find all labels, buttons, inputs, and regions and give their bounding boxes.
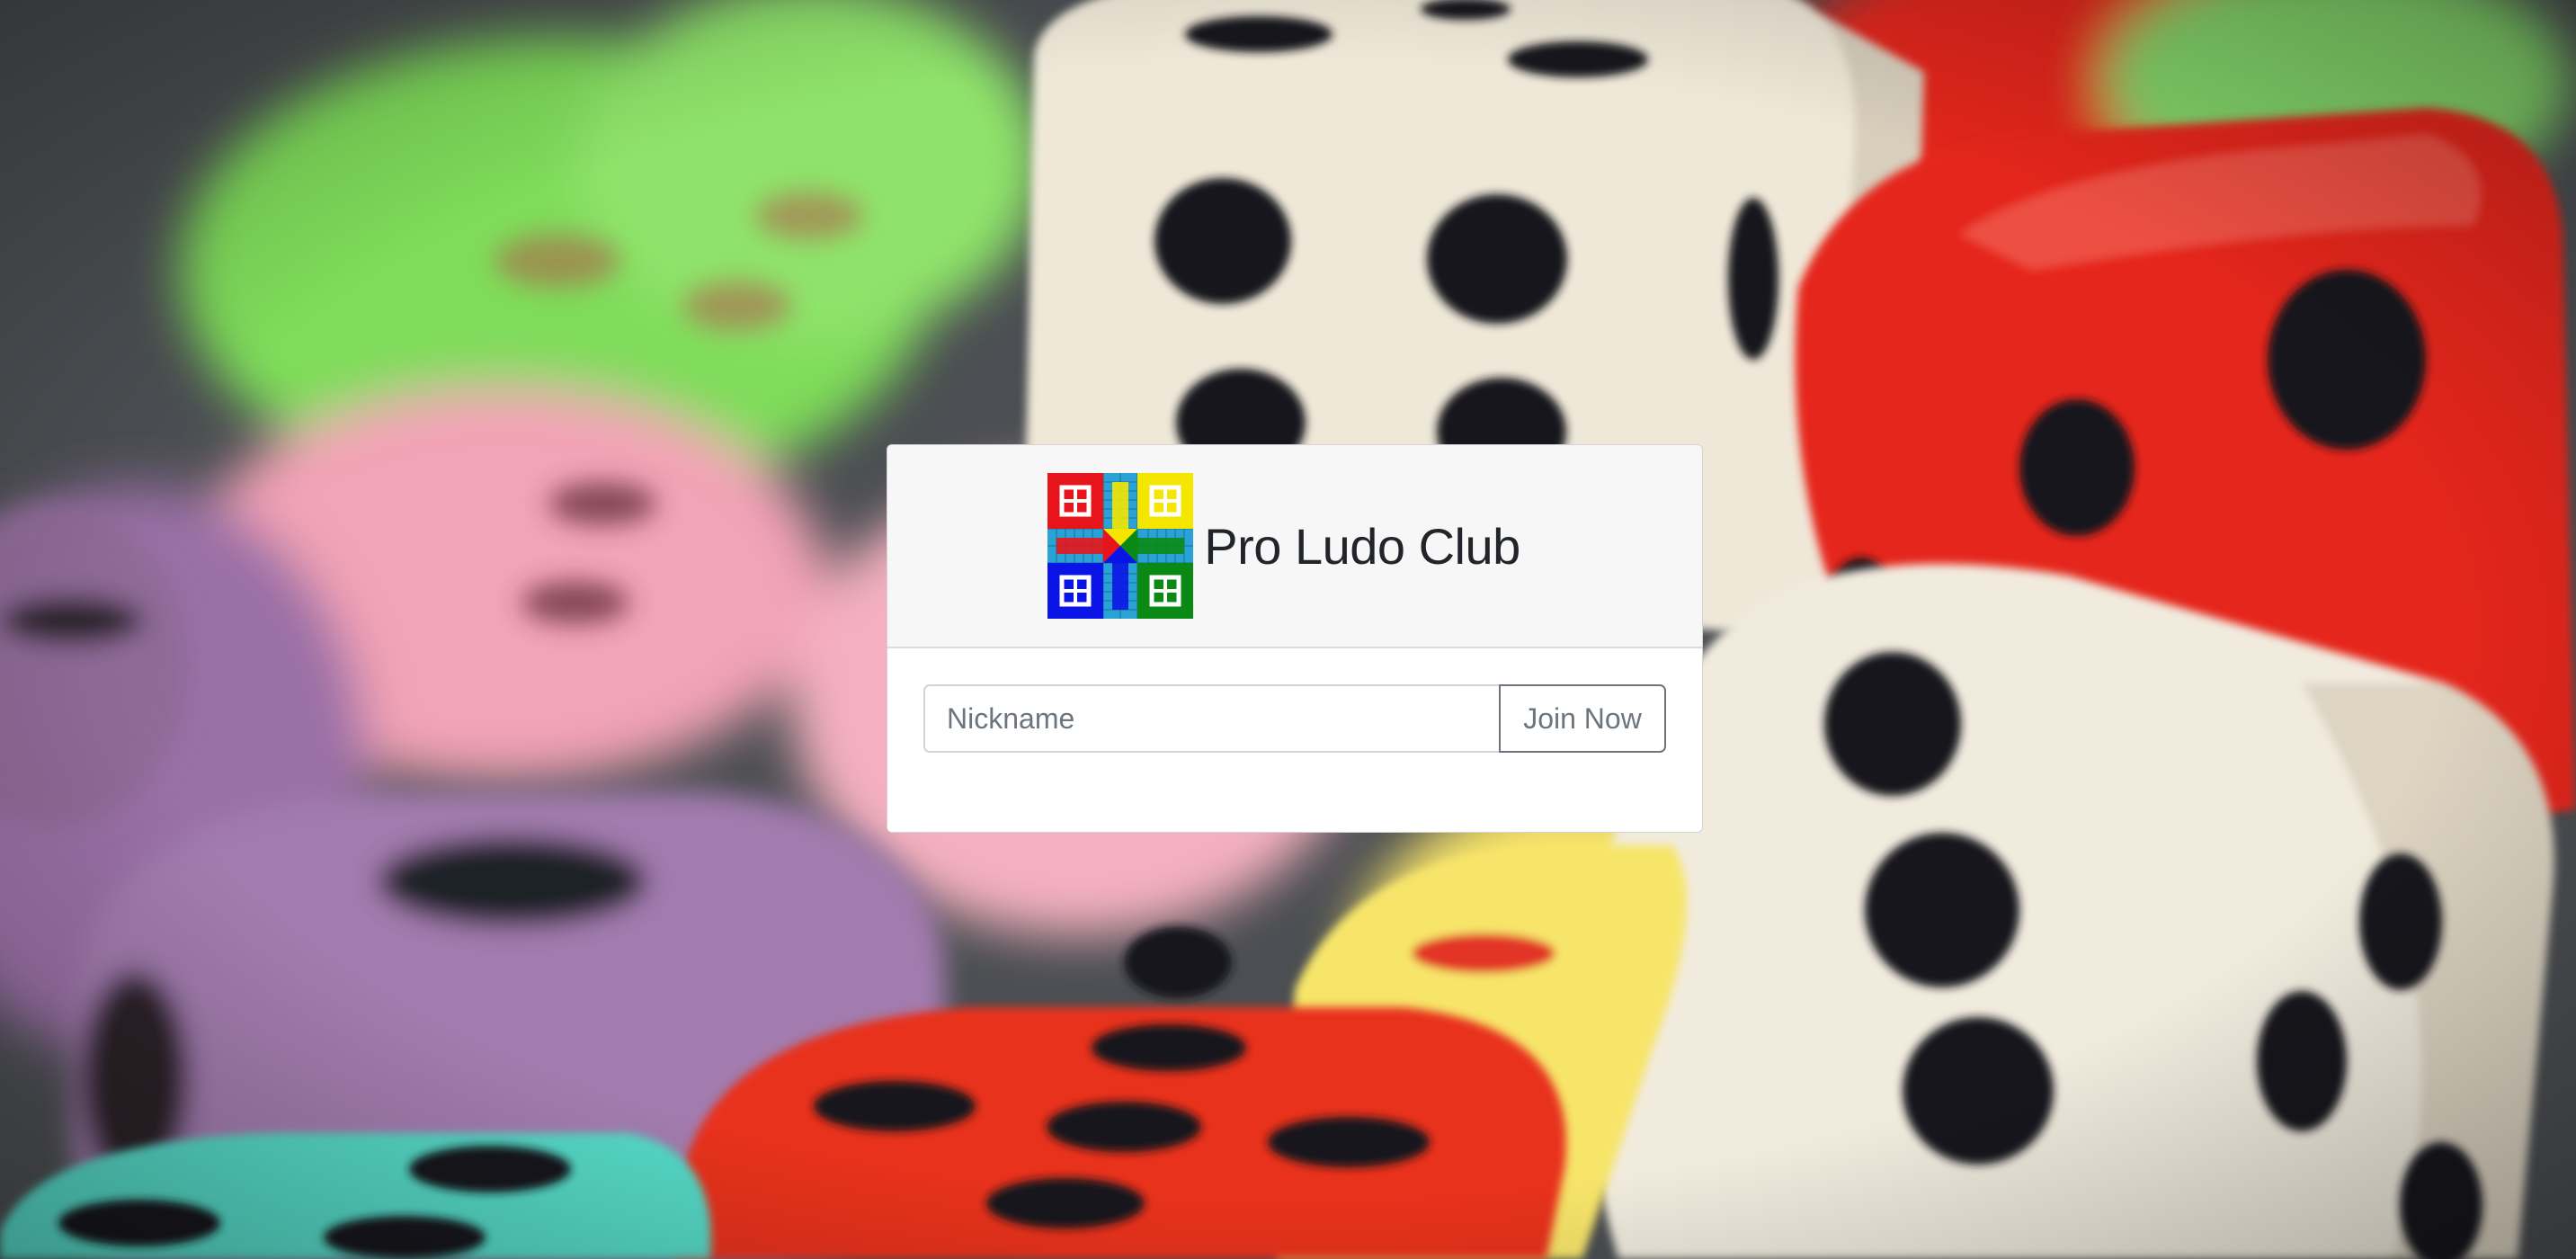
brand: Pro Ludo Club [1047, 473, 1520, 619]
ludo-board-icon [1047, 473, 1194, 619]
nickname-input-group: Join Now [923, 684, 1666, 753]
app-title: Pro Ludo Club [1204, 517, 1520, 575]
join-form: Join Now [887, 648, 1702, 753]
nickname-input[interactable] [923, 684, 1499, 753]
join-now-button[interactable]: Join Now [1499, 684, 1666, 753]
join-card: Pro Ludo Club Join Now [887, 444, 1703, 833]
card-header: Pro Ludo Club [887, 445, 1702, 648]
